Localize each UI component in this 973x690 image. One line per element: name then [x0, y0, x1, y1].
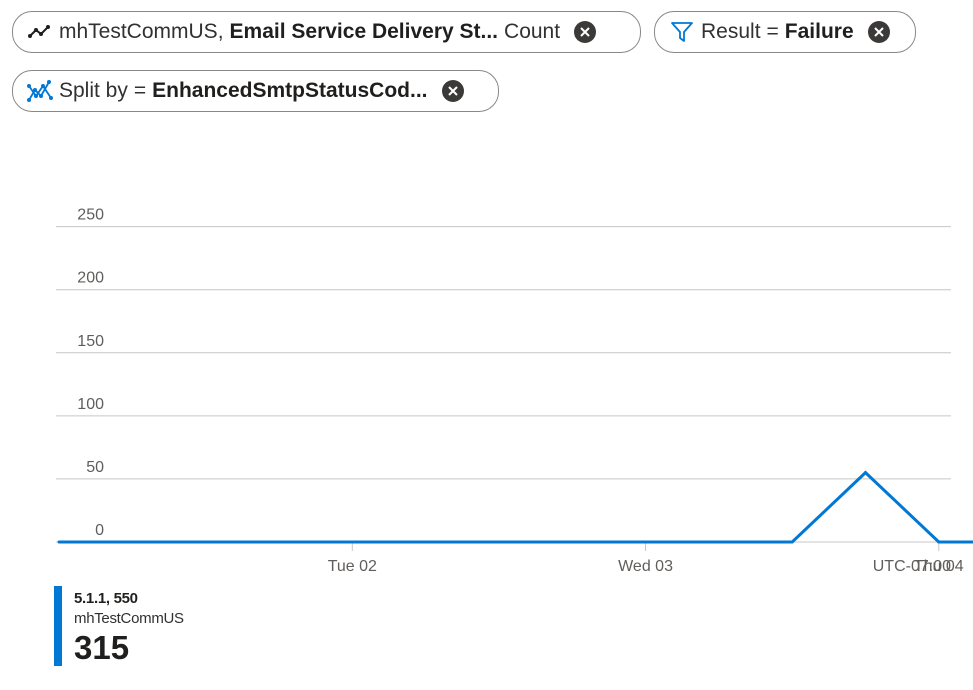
- line-chart: 050100150200250 Tue 02 Wed 03 Thu 04UTC-07…: [56, 207, 973, 575]
- y-tick-label: 150: [77, 333, 104, 350]
- remove-split-close-icon[interactable]: [441, 80, 464, 102]
- legend-series-name: 5.1.1, 550: [74, 590, 138, 607]
- data-point: [717, 540, 721, 544]
- data-point: [277, 540, 281, 544]
- filter-value: Failure: [784, 20, 854, 43]
- series-line: [59, 470, 973, 544]
- data-point: [350, 540, 354, 544]
- y-tick-label: 100: [77, 396, 104, 413]
- data-point: [204, 540, 208, 544]
- legend-resource-name: mhTestCommUS: [74, 610, 184, 627]
- split-label: Split by: [59, 79, 128, 102]
- filter-pill[interactable]: Result = Failure: [654, 11, 916, 53]
- line-chart-icon: [27, 19, 53, 45]
- data-point: [424, 540, 428, 544]
- remove-metric-close-icon[interactable]: [574, 21, 597, 43]
- filter-operator: =: [766, 20, 779, 43]
- data-point: [57, 540, 61, 544]
- data-point: [570, 540, 574, 544]
- split-pill[interactable]: Split by = EnhancedSmtpStatusCod...: [12, 70, 499, 112]
- split-operator: =: [133, 79, 147, 102]
- metric-pill[interactable]: mhTestCommUS, Email Service Delivery St.…: [12, 11, 641, 53]
- filter-property: Result: [701, 20, 761, 43]
- metric-resource-name: mhTestCommUS,: [59, 20, 224, 43]
- y-tick-label: 50: [86, 459, 104, 476]
- y-tick-label: 250: [77, 207, 104, 224]
- data-point: [790, 540, 794, 544]
- filter-funnel-icon: [669, 19, 695, 45]
- split-value: EnhancedSmtpStatusCod...: [152, 79, 428, 102]
- legend-color-swatch: [54, 586, 62, 666]
- split-by-icon: [27, 78, 53, 104]
- metric-name: Email Service Delivery St...: [229, 20, 499, 43]
- y-tick-label: 200: [77, 270, 104, 287]
- data-point: [863, 471, 867, 475]
- data-point: [937, 540, 941, 544]
- metric-aggregation: Count: [504, 20, 561, 43]
- remove-filter-close-icon[interactable]: [867, 21, 890, 43]
- x-tick-label: Tue 02: [328, 558, 377, 575]
- y-tick-label: 0: [95, 522, 104, 539]
- legend-total-value: 315: [74, 629, 130, 666]
- x-tick-label: Wed 03: [618, 558, 673, 575]
- timezone-label: UTC-07:00: [873, 558, 951, 575]
- data-point: [497, 540, 501, 544]
- data-point: [130, 540, 134, 544]
- data-point: [644, 540, 648, 544]
